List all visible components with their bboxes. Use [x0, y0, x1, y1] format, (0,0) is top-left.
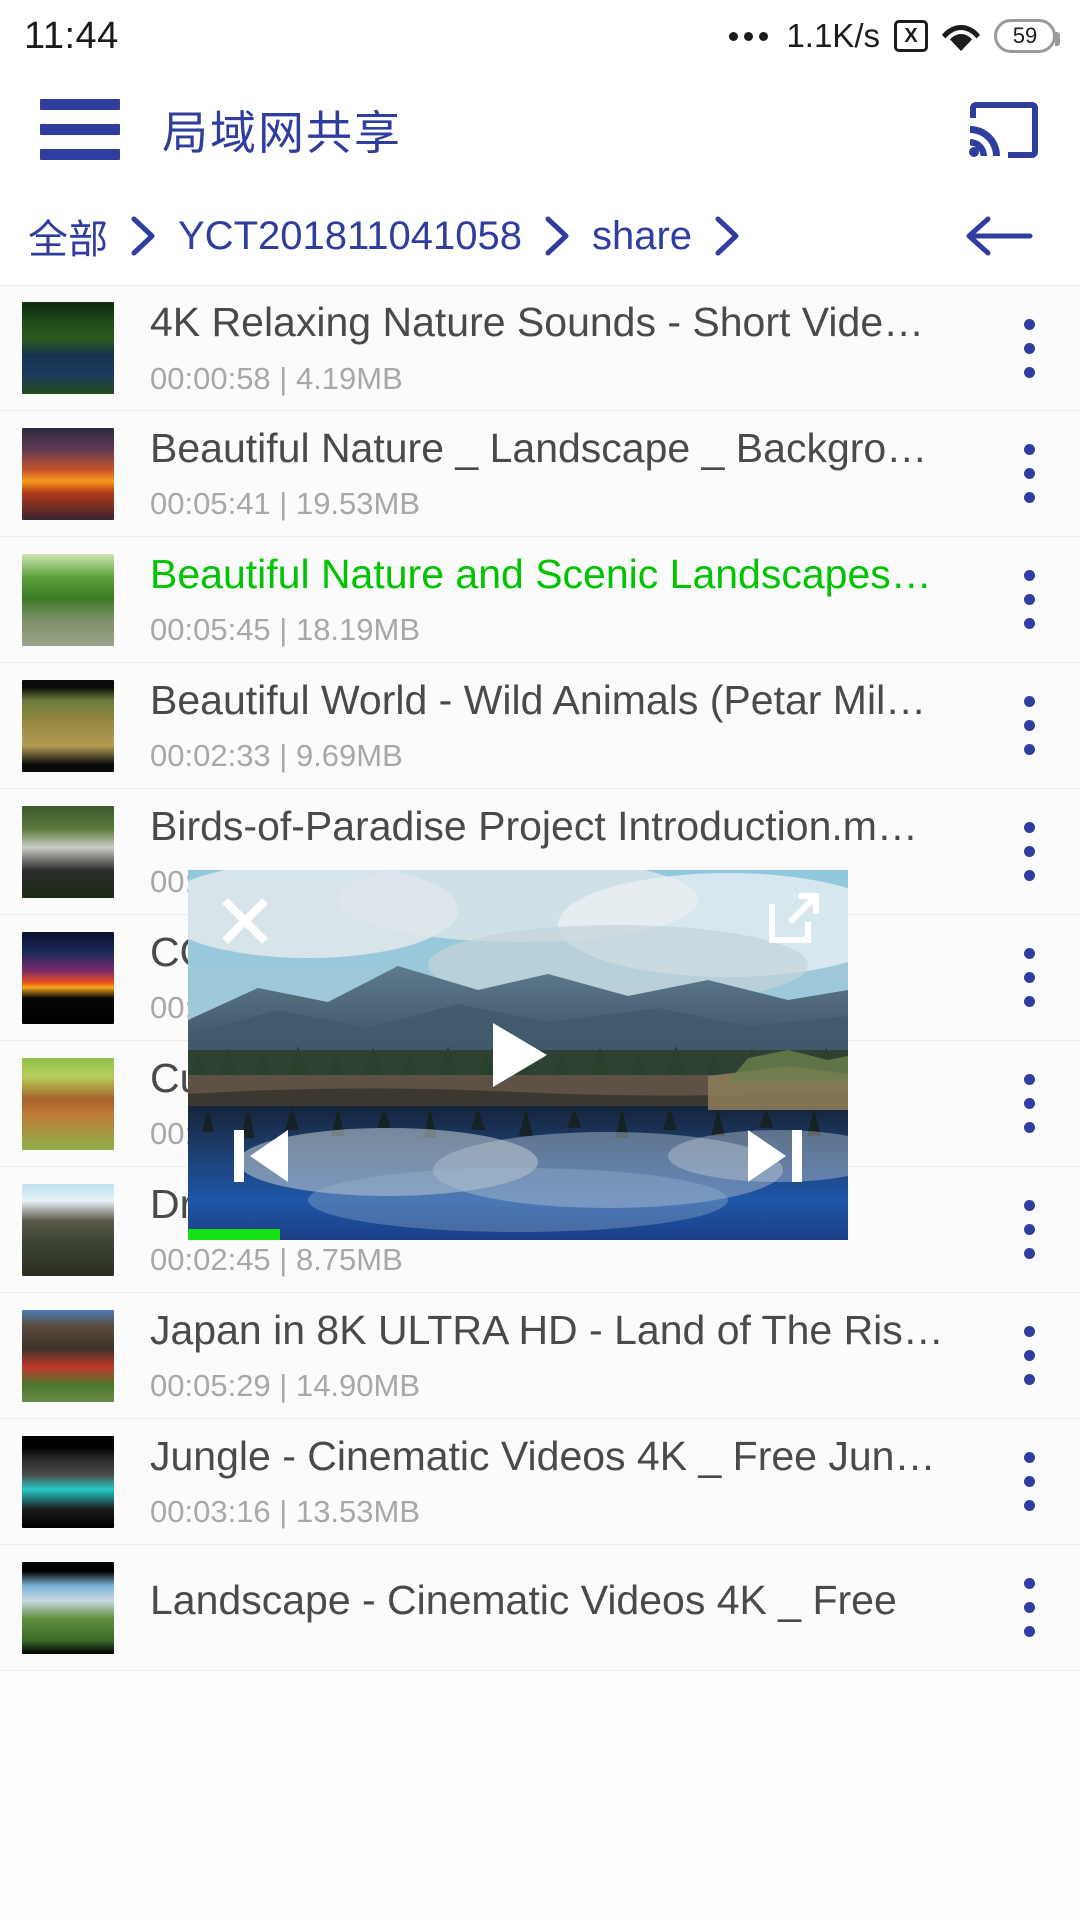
video-thumbnail [22, 680, 114, 772]
status-bar: 11:44 1.1K/s X 59 [0, 0, 1080, 72]
file-title: Beautiful Nature and Scenic Landscapes… [150, 551, 980, 598]
cast-screen-icon[interactable] [968, 98, 1040, 162]
file-info: Beautiful Nature _ Landscape _ Backgro… 0… [150, 425, 986, 522]
sim-x-icon: X [894, 20, 928, 52]
more-vertical-icon[interactable] [986, 822, 1072, 881]
skip-next-icon[interactable] [744, 1124, 806, 1188]
file-info: 4K Relaxing Nature Sounds - Short Vide… 0… [150, 299, 986, 396]
file-list-item[interactable]: Landscape - Cinematic Videos 4K _ Free [0, 1545, 1080, 1671]
video-progress-bar[interactable] [188, 1229, 848, 1240]
more-vertical-icon[interactable] [986, 1200, 1072, 1259]
file-meta: 00:05:41 | 19.53MB [150, 486, 986, 522]
file-meta: 00:05:45 | 18.19MB [150, 612, 986, 648]
file-meta: 00:00:58 | 4.19MB [150, 361, 986, 397]
file-list-item[interactable]: Jungle - Cinematic Videos 4K _ Free Jun…… [0, 1419, 1080, 1545]
video-thumbnail [22, 1058, 114, 1150]
file-info: Landscape - Cinematic Videos 4K _ Free [150, 1577, 986, 1638]
file-meta: 00:03:16 | 13.53MB [150, 1494, 986, 1530]
file-title: Beautiful Nature _ Landscape _ Backgro… [150, 425, 980, 472]
video-thumbnail [22, 806, 114, 898]
breadcrumb-item-share[interactable]: share [592, 214, 692, 259]
video-thumbnail [22, 1562, 114, 1654]
page-title: 局域网共享 [162, 97, 402, 163]
more-vertical-icon[interactable] [986, 1074, 1072, 1133]
wifi-icon [942, 21, 980, 51]
video-thumbnail [22, 428, 114, 520]
breadcrumb-item-all[interactable]: 全部 [28, 207, 108, 265]
file-info: Jungle - Cinematic Videos 4K _ Free Jun…… [150, 1433, 986, 1530]
file-meta: 00:02:33 | 9.69MB [150, 738, 986, 774]
more-vertical-icon[interactable] [986, 570, 1072, 629]
file-list-item[interactable]: Beautiful Nature and Scenic Landscapes… 0… [0, 537, 1080, 663]
chevron-right-icon [714, 216, 740, 256]
file-title: 4K Relaxing Nature Sounds - Short Vide… [150, 299, 980, 346]
floating-video-player[interactable] [188, 870, 848, 1240]
video-progress-fill [188, 1229, 280, 1240]
expand-fullscreen-icon[interactable] [768, 892, 820, 944]
skip-previous-icon[interactable] [230, 1124, 292, 1188]
hamburger-menu-icon[interactable] [40, 99, 120, 160]
more-vertical-icon[interactable] [986, 1326, 1072, 1385]
file-title: Jungle - Cinematic Videos 4K _ Free Jun… [150, 1433, 980, 1480]
file-list-item[interactable]: Japan in 8K ULTRA HD - Land of The Ris… 0… [0, 1293, 1080, 1419]
more-dots-icon [729, 32, 768, 41]
file-title: Birds-of-Paradise Project Introduction.m… [150, 803, 980, 850]
video-thumbnail [22, 932, 114, 1024]
file-info: Beautiful Nature and Scenic Landscapes… 0… [150, 551, 986, 648]
breadcrumb-item-device[interactable]: YCT201811041058 [178, 214, 522, 259]
more-vertical-icon[interactable] [986, 1452, 1072, 1511]
file-info: Beautiful World - Wild Animals (Petar Mi… [150, 677, 986, 774]
file-title: Japan in 8K ULTRA HD - Land of The Ris… [150, 1307, 980, 1354]
chevron-right-icon [544, 216, 570, 256]
file-meta: 00:05:29 | 14.90MB [150, 1368, 986, 1404]
status-indicators: 1.1K/s X 59 [729, 17, 1056, 55]
file-list-item[interactable]: Beautiful Nature _ Landscape _ Backgro… 0… [0, 411, 1080, 537]
more-vertical-icon[interactable] [986, 696, 1072, 755]
phone-screen: 11:44 1.1K/s X 59 局域网共享 [0, 0, 1080, 1920]
status-clock: 11:44 [24, 15, 119, 58]
play-icon[interactable] [485, 1019, 551, 1091]
video-thumbnail [22, 302, 114, 394]
more-vertical-icon[interactable] [986, 1578, 1072, 1637]
video-thumbnail [22, 554, 114, 646]
video-thumbnail [22, 1436, 114, 1528]
chevron-right-icon [130, 216, 156, 256]
video-thumbnail [22, 1184, 114, 1276]
file-title: Beautiful World - Wild Animals (Petar Mi… [150, 677, 980, 724]
app-bar: 局域网共享 [0, 72, 1080, 187]
back-arrow-icon[interactable] [964, 214, 1034, 258]
file-meta: 00:02:45 | 8.75MB [150, 1242, 986, 1278]
breadcrumb: 全部 YCT201811041058 share [0, 187, 1080, 285]
video-thumbnail [22, 1310, 114, 1402]
file-info: Japan in 8K ULTRA HD - Land of The Ris… 0… [150, 1307, 986, 1404]
more-vertical-icon[interactable] [986, 444, 1072, 503]
more-vertical-icon[interactable] [986, 319, 1072, 378]
network-speed-label: 1.1K/s [786, 17, 880, 55]
file-title: Landscape - Cinematic Videos 4K _ Free [150, 1577, 980, 1624]
more-vertical-icon[interactable] [986, 948, 1072, 1007]
file-list-item[interactable]: 4K Relaxing Nature Sounds - Short Vide… 0… [0, 285, 1080, 411]
battery-indicator: 59 [994, 19, 1056, 53]
close-icon[interactable] [216, 892, 274, 950]
file-list-item[interactable]: Beautiful World - Wild Animals (Petar Mi… [0, 663, 1080, 789]
